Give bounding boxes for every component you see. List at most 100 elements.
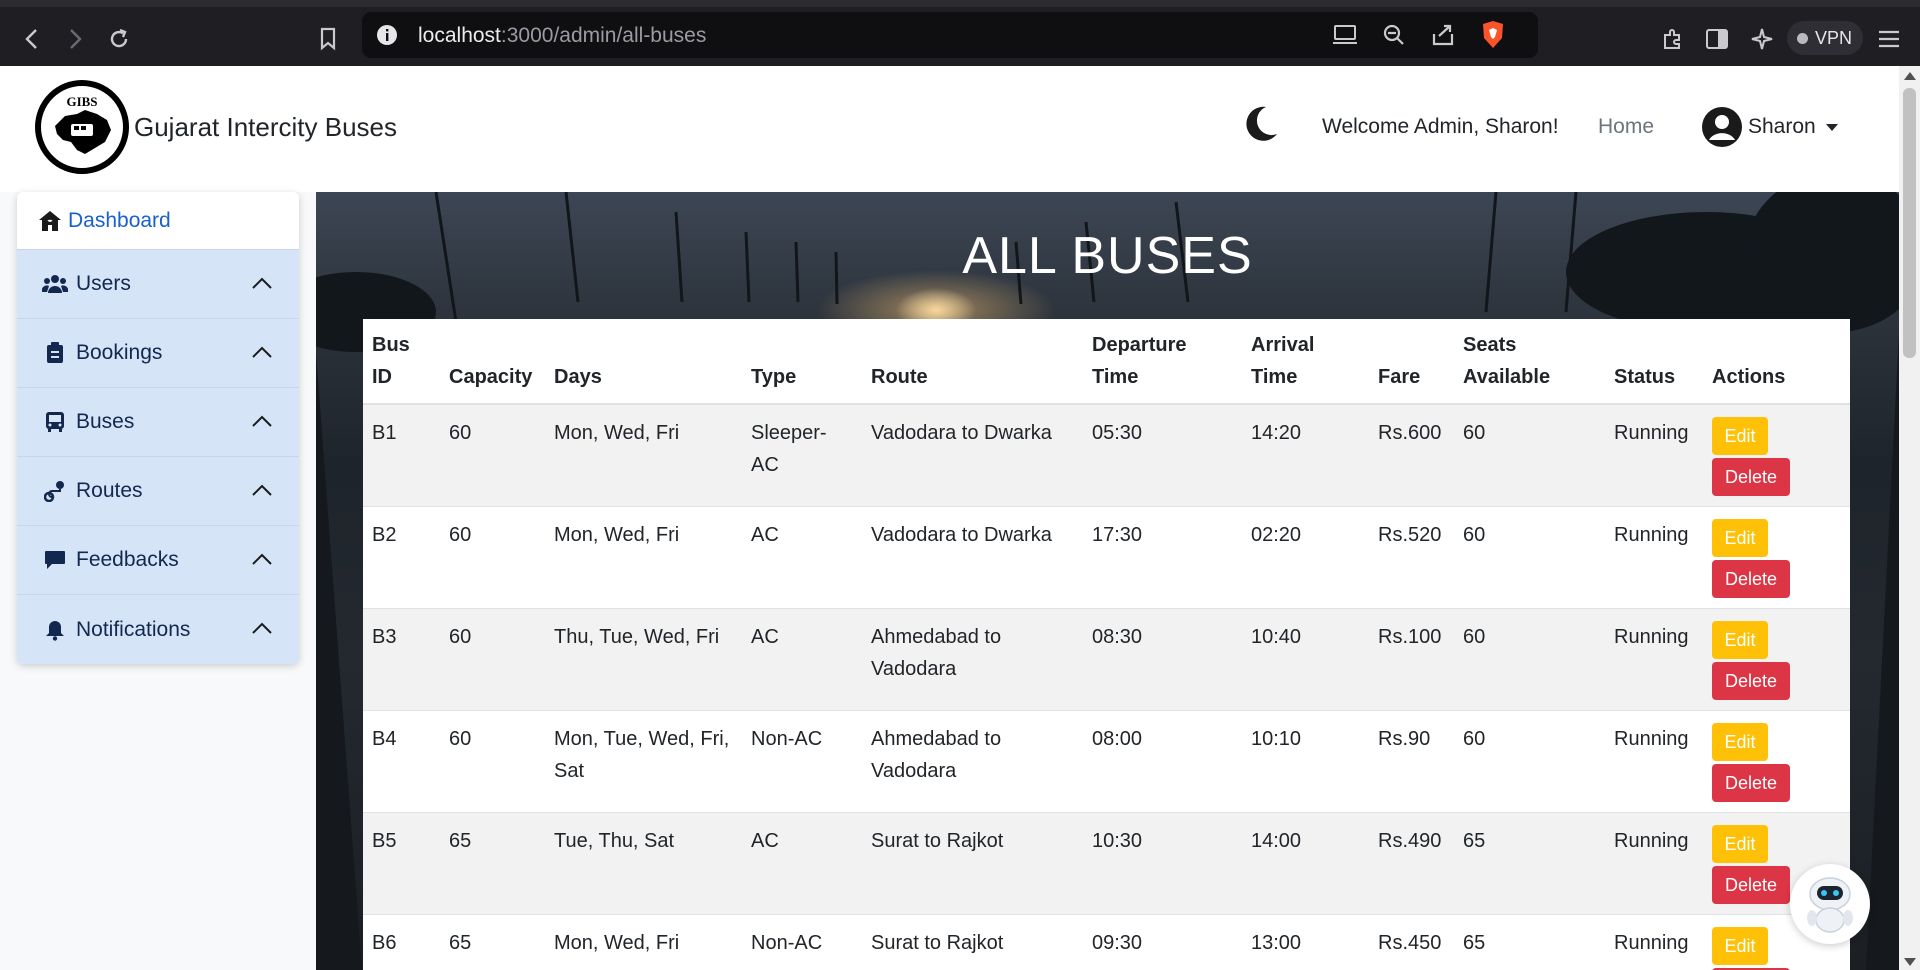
vpn-status-dot [1797, 32, 1808, 44]
zoom-out-icon[interactable] [1382, 23, 1406, 47]
fare-cell: Rs.100 [1369, 608, 1454, 711]
scrollbar-thumb[interactable] [1903, 88, 1916, 358]
address-bar[interactable]: localhost:3000/admin/all-buses [362, 12, 1538, 58]
departure-cell: 17:30 [1083, 506, 1242, 609]
status-cell: Running [1605, 812, 1703, 915]
edit-button[interactable]: Edit [1712, 927, 1768, 965]
vpn-button[interactable]: VPN [1787, 21, 1863, 55]
departure-cell: 08:30 [1083, 608, 1242, 711]
chevron-up-icon[interactable] [252, 484, 272, 496]
type-cell: AC [742, 506, 862, 609]
delete-button[interactable]: Delete [1712, 458, 1790, 496]
bookmark-icon[interactable] [310, 21, 346, 57]
days-cell: Mon, Tue, Wed, Fri, Sat [545, 710, 742, 813]
column-header: Departure Time [1083, 319, 1242, 405]
route-cell: Ahmedabad to Vadodara [862, 608, 1083, 711]
delete-button[interactable]: Delete [1712, 662, 1790, 700]
table-row: B5 65 Tue, Thu, Sat AC Surat to Rajkot 1… [363, 812, 1850, 915]
share-icon[interactable] [1430, 22, 1456, 48]
scroll-up-arrow-icon[interactable] [1904, 72, 1916, 80]
column-header: Status [1605, 319, 1703, 405]
delete-button[interactable]: Delete [1712, 764, 1790, 802]
home-link[interactable]: Home [1598, 115, 1654, 139]
capacity-cell: 65 [440, 812, 545, 915]
brave-shield-icon[interactable] [1480, 20, 1506, 50]
buses-table-grid: Bus ID Capacity Days Type Route Departur… [363, 319, 1850, 970]
chevron-up-icon[interactable] [252, 346, 272, 358]
bus-id-cell: B6 [363, 914, 440, 970]
type-cell: Non-AC [742, 914, 862, 970]
leo-ai-icon[interactable] [1744, 21, 1780, 57]
sidebar-toggle-icon[interactable] [1699, 21, 1735, 57]
delete-button[interactable]: Delete [1712, 866, 1790, 904]
bus-id-cell: B2 [363, 506, 440, 609]
column-header: Route [862, 319, 1083, 405]
chevron-up-icon[interactable] [252, 553, 272, 565]
sidebar-item-feedbacks[interactable]: Feedbacks [17, 525, 299, 594]
chevron-up-icon[interactable] [252, 415, 272, 427]
delete-button[interactable]: Delete [1712, 560, 1790, 598]
sidebar-item-notifications[interactable]: Notifications [17, 594, 299, 664]
dark-mode-moon-icon[interactable] [1240, 104, 1280, 144]
chatbot-button[interactable] [1790, 864, 1870, 944]
table-row: B6 65 Mon, Wed, Fri Non-AC Surat to Rajk… [363, 914, 1850, 970]
user-menu-toggle[interactable]: Sharon [1748, 115, 1816, 139]
table-header-row: Bus ID Capacity Days Type Route Departur… [363, 319, 1850, 405]
chevron-up-icon[interactable] [252, 622, 272, 634]
sidebar-item-buses[interactable]: Buses [17, 387, 299, 456]
forward-icon[interactable] [57, 21, 93, 57]
seats-cell: 65 [1454, 914, 1605, 970]
menu-icon[interactable] [1871, 21, 1907, 57]
brand-logo[interactable]: GIBS [35, 80, 129, 174]
capacity-cell: 60 [440, 506, 545, 609]
back-icon[interactable] [14, 21, 50, 57]
scroll-down-arrow-icon[interactable] [1904, 958, 1916, 966]
type-cell: AC [742, 812, 862, 915]
buses-table: Bus ID Capacity Days Type Route Departur… [363, 319, 1850, 970]
edit-button[interactable]: Edit [1712, 621, 1768, 659]
departure-cell: 09:30 [1083, 914, 1242, 970]
page: GIBS Gujarat Intercity Buses Welcome Adm… [0, 66, 1899, 970]
actions-cell: Edit Delete [1703, 404, 1850, 507]
page-scrollbar[interactable] [1899, 66, 1920, 970]
status-cell: Running [1605, 608, 1703, 711]
fare-cell: Rs.600 [1369, 404, 1454, 507]
bus-icon [42, 410, 68, 434]
caret-down-icon[interactable] [1826, 124, 1838, 131]
capacity-cell: 60 [440, 404, 545, 507]
status-cell: Running [1605, 506, 1703, 609]
sidebar-item-bookings[interactable]: Bookings [17, 318, 299, 387]
edit-button[interactable]: Edit [1712, 723, 1768, 761]
route-cell: Ahmedabad to Vadodara [862, 710, 1083, 813]
robot-icon [1807, 877, 1853, 933]
arrival-cell: 10:10 [1242, 710, 1369, 813]
route-cell: Surat to Rajkot [862, 914, 1083, 970]
browser-toolbar: localhost:3000/admin/all-buses VPN [0, 0, 1920, 66]
bus-id-cell: B4 [363, 710, 440, 813]
reload-icon[interactable] [101, 21, 137, 57]
departure-cell: 08:00 [1083, 710, 1242, 813]
sidebar-item-routes[interactable]: Routes [17, 456, 299, 525]
table-row: B3 60 Thu, Tue, Wed, Fri AC Ahmedabad to… [363, 608, 1850, 711]
days-cell: Mon, Wed, Fri [545, 506, 742, 609]
days-cell: Thu, Tue, Wed, Fri [545, 608, 742, 711]
chevron-up-icon[interactable] [252, 277, 272, 289]
extensions-icon[interactable] [1655, 21, 1691, 57]
cast-icon[interactable] [1332, 24, 1358, 46]
seats-cell: 60 [1454, 506, 1605, 609]
edit-button[interactable]: Edit [1712, 417, 1768, 455]
table-row: B1 60 Mon, Wed, Fri Sleeper-AC Vadodara … [363, 404, 1850, 507]
edit-button[interactable]: Edit [1712, 825, 1768, 863]
brand-name[interactable]: Gujarat Intercity Buses [134, 112, 397, 143]
bell-icon [42, 618, 68, 642]
site-info-icon[interactable] [376, 24, 398, 46]
seats-cell: 60 [1454, 404, 1605, 507]
column-header: Days [545, 319, 742, 405]
route-cell: Vadodara to Dwarka [862, 404, 1083, 507]
clipboard-icon [42, 341, 68, 365]
edit-button[interactable]: Edit [1712, 519, 1768, 557]
user-avatar-icon[interactable] [1701, 106, 1743, 148]
arrival-cell: 02:20 [1242, 506, 1369, 609]
sidebar-item-users[interactable]: Users [17, 249, 299, 318]
sidebar-item-dashboard[interactable]: Dashboard [17, 192, 299, 249]
